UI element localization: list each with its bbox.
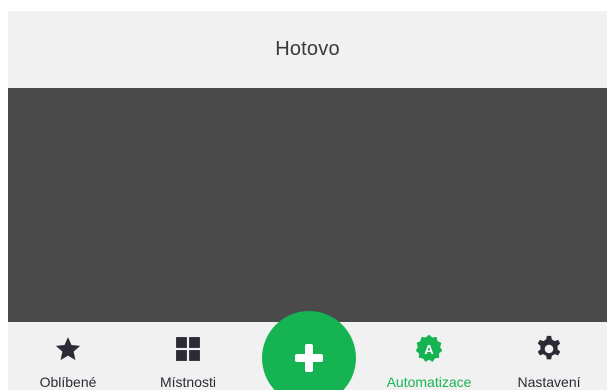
automation-badge-letter: A — [424, 342, 434, 357]
app-screen: Hotovo Oblíbené Místnosti A Automatizace… — [0, 0, 607, 390]
plus-icon — [295, 344, 323, 372]
nav-label-rooms: Místnosti — [159, 374, 216, 390]
nav-item-rooms[interactable]: Místnosti — [136, 322, 240, 390]
nav-item-favorites[interactable]: Oblíbené — [16, 322, 120, 390]
nav-label-settings: Nastavení — [517, 374, 581, 390]
content-area — [8, 88, 607, 322]
top-bar: Hotovo — [8, 11, 607, 88]
page-title: Hotovo — [275, 38, 340, 60]
nav-label-automation: Automatizace — [386, 374, 472, 390]
star-icon — [53, 334, 83, 364]
gear-icon — [534, 334, 564, 364]
nav-item-automation[interactable]: A Automatizace — [374, 322, 484, 390]
automation-badge-icon: A — [414, 334, 444, 364]
grid-icon — [173, 334, 203, 364]
nav-item-settings[interactable]: Nastavení — [496, 322, 602, 390]
nav-label-favorites: Oblíbené — [39, 374, 97, 390]
